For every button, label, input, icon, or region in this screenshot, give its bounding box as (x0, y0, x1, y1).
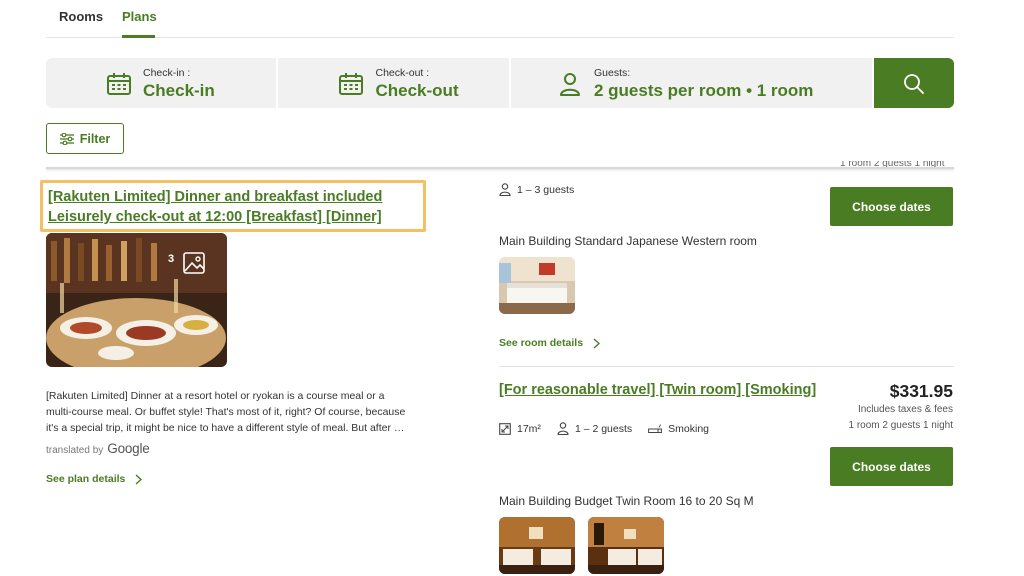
room-photo[interactable] (499, 517, 575, 574)
translated-by-label: translated by (46, 445, 104, 456)
search-icon (904, 74, 925, 94)
guests-value: 2 guests per room • 1 room (593, 81, 814, 100)
room-capacity: 1 – 3 guests (499, 183, 574, 196)
guests-field[interactable]: Guests: 2 guests per room • 1 room (510, 58, 873, 108)
room-capacity-label: 1 – 2 guests (574, 422, 633, 435)
photo-count: 3 (168, 253, 175, 265)
chevron-right-icon (593, 337, 601, 349)
checkin-label: Check-in : (143, 67, 191, 79)
translated-by-google: translated by Google (46, 441, 150, 456)
plan-title-line2[interactable]: Leisurely check-out at 12:00 [Breakfast]… (48, 207, 418, 227)
see-plan-details-label: See plan details (46, 473, 126, 485)
person-icon (499, 183, 511, 196)
gallery-icon (183, 252, 205, 274)
checkin-field[interactable]: Check-in : Check-in (46, 58, 277, 108)
room-capacity: 1 – 2 guests (557, 422, 632, 435)
smoking-icon (648, 423, 663, 433)
tab-rooms[interactable]: Rooms (59, 9, 103, 24)
checkout-label: Check-out : (375, 67, 430, 79)
calendar-icon (107, 73, 131, 95)
filter-label: Filter (79, 131, 111, 146)
plan-description: [Rakuten Limited] Dinner at a resort hot… (46, 390, 406, 434)
room-photo-image (588, 517, 664, 574)
choose-dates-button[interactable]: Choose dates (830, 447, 953, 486)
smoking-label: Smoking (668, 422, 710, 435)
room-attributes: 17m² 1 – 2 guests Smoking (499, 422, 719, 435)
price-occupancy-note: 1 room 2 guests 1 night (848, 420, 953, 431)
room-divider (499, 366, 954, 367)
active-tab-indicator (122, 35, 155, 38)
person-icon (557, 422, 569, 435)
room-photo-image (499, 257, 575, 314)
room-capacity-label: 1 – 3 guests (517, 183, 575, 196)
search-bar: Check-in : Check-in Check-out : Check-ou… (46, 58, 954, 108)
choose-dates-button[interactable]: Choose dates (830, 187, 953, 226)
see-room-details-label: See room details (499, 337, 584, 349)
plan-title-highlight: [Rakuten Limited] Dinner and breakfast i… (40, 180, 426, 232)
smoking-attribute: Smoking (648, 423, 709, 435)
list-divider (46, 167, 954, 169)
chevron-right-icon (135, 473, 143, 485)
plan-title-line1[interactable]: [Rakuten Limited] Dinner and breakfast i… (48, 187, 418, 207)
checkout-field[interactable]: Check-out : Check-out (278, 58, 509, 108)
guests-label: Guests: (593, 67, 631, 79)
room-plan-title[interactable]: [For reasonable travel] [Twin room] [Smo… (499, 382, 816, 398)
checkin-value: Check-in (143, 81, 215, 100)
room-photo[interactable] (588, 517, 664, 574)
tab-plans[interactable]: Plans (122, 9, 157, 24)
room-size-label: 17m² (517, 422, 541, 435)
price: $331.95 (889, 381, 953, 401)
filter-button[interactable]: Filter (46, 123, 124, 154)
calendar-icon (339, 73, 364, 95)
price-taxes-note: Includes taxes & fees (857, 404, 953, 415)
search-button[interactable] (874, 58, 954, 108)
room-name: Main Building Standard Japanese Western … (499, 234, 757, 248)
see-room-details-link[interactable]: See room details (499, 337, 601, 349)
tab-bar: Rooms Plans (46, 0, 954, 38)
plan-photo[interactable]: 3 (46, 233, 227, 367)
person-icon (559, 73, 580, 96)
room-photo-image (499, 517, 575, 574)
room-name: Main Building Budget Twin Room 16 to 20 … (499, 494, 754, 508)
sliders-icon (59, 132, 74, 145)
room-size: 17m² (499, 423, 541, 435)
google-logo: Google (107, 441, 150, 456)
room-size-icon (499, 422, 511, 435)
checkout-value: Check-out (375, 81, 459, 100)
room-photo[interactable] (499, 257, 575, 314)
see-plan-details-link[interactable]: See plan details (46, 473, 143, 485)
